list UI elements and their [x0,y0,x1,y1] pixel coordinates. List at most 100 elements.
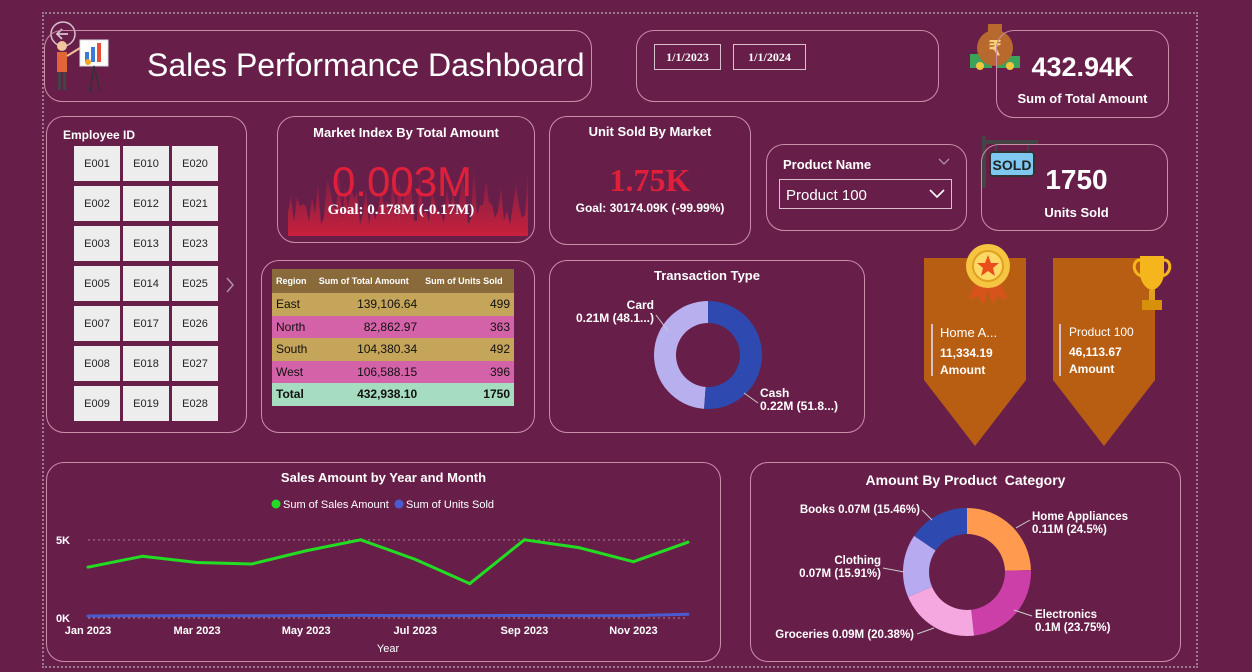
data-point[interactable] [468,614,472,618]
employee-id-button[interactable]: E017 [123,306,169,341]
chevron-right-icon[interactable] [224,276,236,294]
start-date-input[interactable]: 1/1/2023 [654,44,721,70]
data-point[interactable] [195,560,199,564]
market-index-value: 0.003M [331,158,473,205]
cell-region: Total [276,387,304,402]
employee-id-button[interactable]: E025 [172,266,218,301]
donut-label: Groceries 0.09M (20.38%) [775,629,914,641]
y-tick-label: 0K [56,613,70,625]
cell-units: 1750 [483,387,510,402]
data-point[interactable] [413,557,417,561]
cell-amount: 104,380.34 [357,342,418,357]
unit-sold-market-goal: Goal: 30174.09K (-99.99%) [575,201,725,215]
col-region[interactable]: Region [272,269,315,293]
col-amount[interactable]: Sum of Total Amount [314,269,422,293]
cell-amount: 139,106.64 [357,297,418,312]
x-tick-label: Nov 2023 [609,625,657,637]
units-sold-label: Units Sold [1044,205,1109,220]
data-point[interactable] [686,540,690,544]
employee-id-button[interactable]: E001 [74,146,120,181]
trophy-icon [1132,256,1172,310]
employee-slicer-title: Employee ID [63,128,136,142]
employee-id-button[interactable]: E007 [74,306,120,341]
employee-id-button[interactable]: E003 [74,226,120,261]
data-point[interactable] [195,614,199,618]
x-axis-title: Year [377,643,400,655]
x-tick-label: Jan 2023 [65,625,111,637]
table-row[interactable]: South 104,380.34 492 [272,338,514,361]
top-product-name: Product 100 [1069,325,1134,339]
data-point[interactable] [250,562,254,566]
donut-label: Electronics [1035,609,1097,621]
donut-slice-card[interactable] [654,301,708,409]
data-point[interactable] [250,614,254,618]
product-select-value: Product 100 [786,187,867,204]
end-date-input[interactable]: 1/1/2024 [733,44,806,70]
data-point[interactable] [86,614,90,618]
donut-label: Books 0.07M (15.46%) [800,504,920,516]
employee-id-button[interactable]: E012 [123,186,169,221]
data-point[interactable] [413,614,417,618]
data-point[interactable] [141,554,145,558]
employee-id-button[interactable]: E010 [123,146,169,181]
table-row[interactable]: North 82,862.97 363 [272,315,514,338]
employee-id-button[interactable]: E013 [123,226,169,261]
region-table: Region Sum of Total Amount Sum of Units … [272,269,514,406]
cell-amount: 106,588.15 [357,364,418,379]
leader-line [1015,519,1031,529]
data-point[interactable] [359,613,363,617]
data-point[interactable] [359,538,363,542]
employee-id-button[interactable]: E008 [74,346,120,381]
table-row[interactable]: East 139,106.64 499 [272,293,514,316]
data-point[interactable] [522,613,526,617]
legend-label[interactable]: Sum of Units Sold [406,499,494,511]
series-line-0[interactable] [87,538,689,586]
employee-id-button[interactable]: E018 [123,346,169,381]
donut-label: 0.1M (23.75%) [1035,622,1111,634]
data-point[interactable] [631,560,635,564]
employee-id-button[interactable]: E005 [74,266,120,301]
data-point[interactable] [304,549,308,553]
employee-id-button[interactable]: E021 [172,186,218,221]
data-point[interactable] [141,614,145,618]
market-index-goal: Goal: 0.178M (-0.17M) [327,202,475,218]
table-total-row[interactable]: Total 432,938.10 1750 [272,383,514,406]
data-point[interactable] [468,582,472,586]
cell-units: 499 [489,297,510,312]
data-point[interactable] [577,546,581,550]
legend-label[interactable]: Sum of Sales Amount [283,499,389,511]
cell-amount: 432,938.10 [357,387,418,402]
employee-id-button[interactable]: E014 [123,266,169,301]
unit-sold-market-value: 1.75K [609,162,691,198]
filter-collapse-icon[interactable] [937,157,951,167]
donut-slice-electronics[interactable] [971,569,1031,636]
leader-line [882,567,905,573]
donut-label: Card [627,298,654,312]
employee-id-button[interactable]: E019 [123,386,169,421]
x-tick-label: May 2023 [282,625,331,637]
data-point[interactable] [631,614,635,618]
employee-id-button[interactable]: E027 [172,346,218,381]
series-line-1[interactable] [87,612,689,618]
employee-id-button[interactable]: E009 [74,386,120,421]
employee-id-button[interactable]: E002 [74,186,120,221]
col-units[interactable]: Sum of Units Sold [421,269,514,293]
data-point[interactable] [86,565,90,569]
product-select[interactable]: Product 100 [779,179,952,209]
data-point[interactable] [304,614,308,618]
donut-slice-home-appliances[interactable] [967,508,1031,571]
data-point[interactable] [522,538,526,542]
table-row[interactable]: West 106,588.15 396 [272,360,514,383]
donut-label: Cash [760,386,789,400]
donut-slice-groceries[interactable] [908,586,975,636]
data-point[interactable] [686,612,690,616]
sales-line-chart: Sum of Sales Amount Sum of Units Sold 0K 5K… [56,499,690,655]
unit-sold-market-title: Unit Sold By Market [588,124,712,139]
data-point[interactable] [577,614,581,618]
employee-id-button[interactable]: E020 [172,146,218,181]
units-sold-value: 1750 [1045,164,1108,195]
employee-id-button[interactable]: E023 [172,226,218,261]
employee-id-button[interactable]: E026 [172,306,218,341]
donut-slice-cash[interactable] [704,301,763,409]
employee-id-button[interactable]: E028 [172,386,218,421]
